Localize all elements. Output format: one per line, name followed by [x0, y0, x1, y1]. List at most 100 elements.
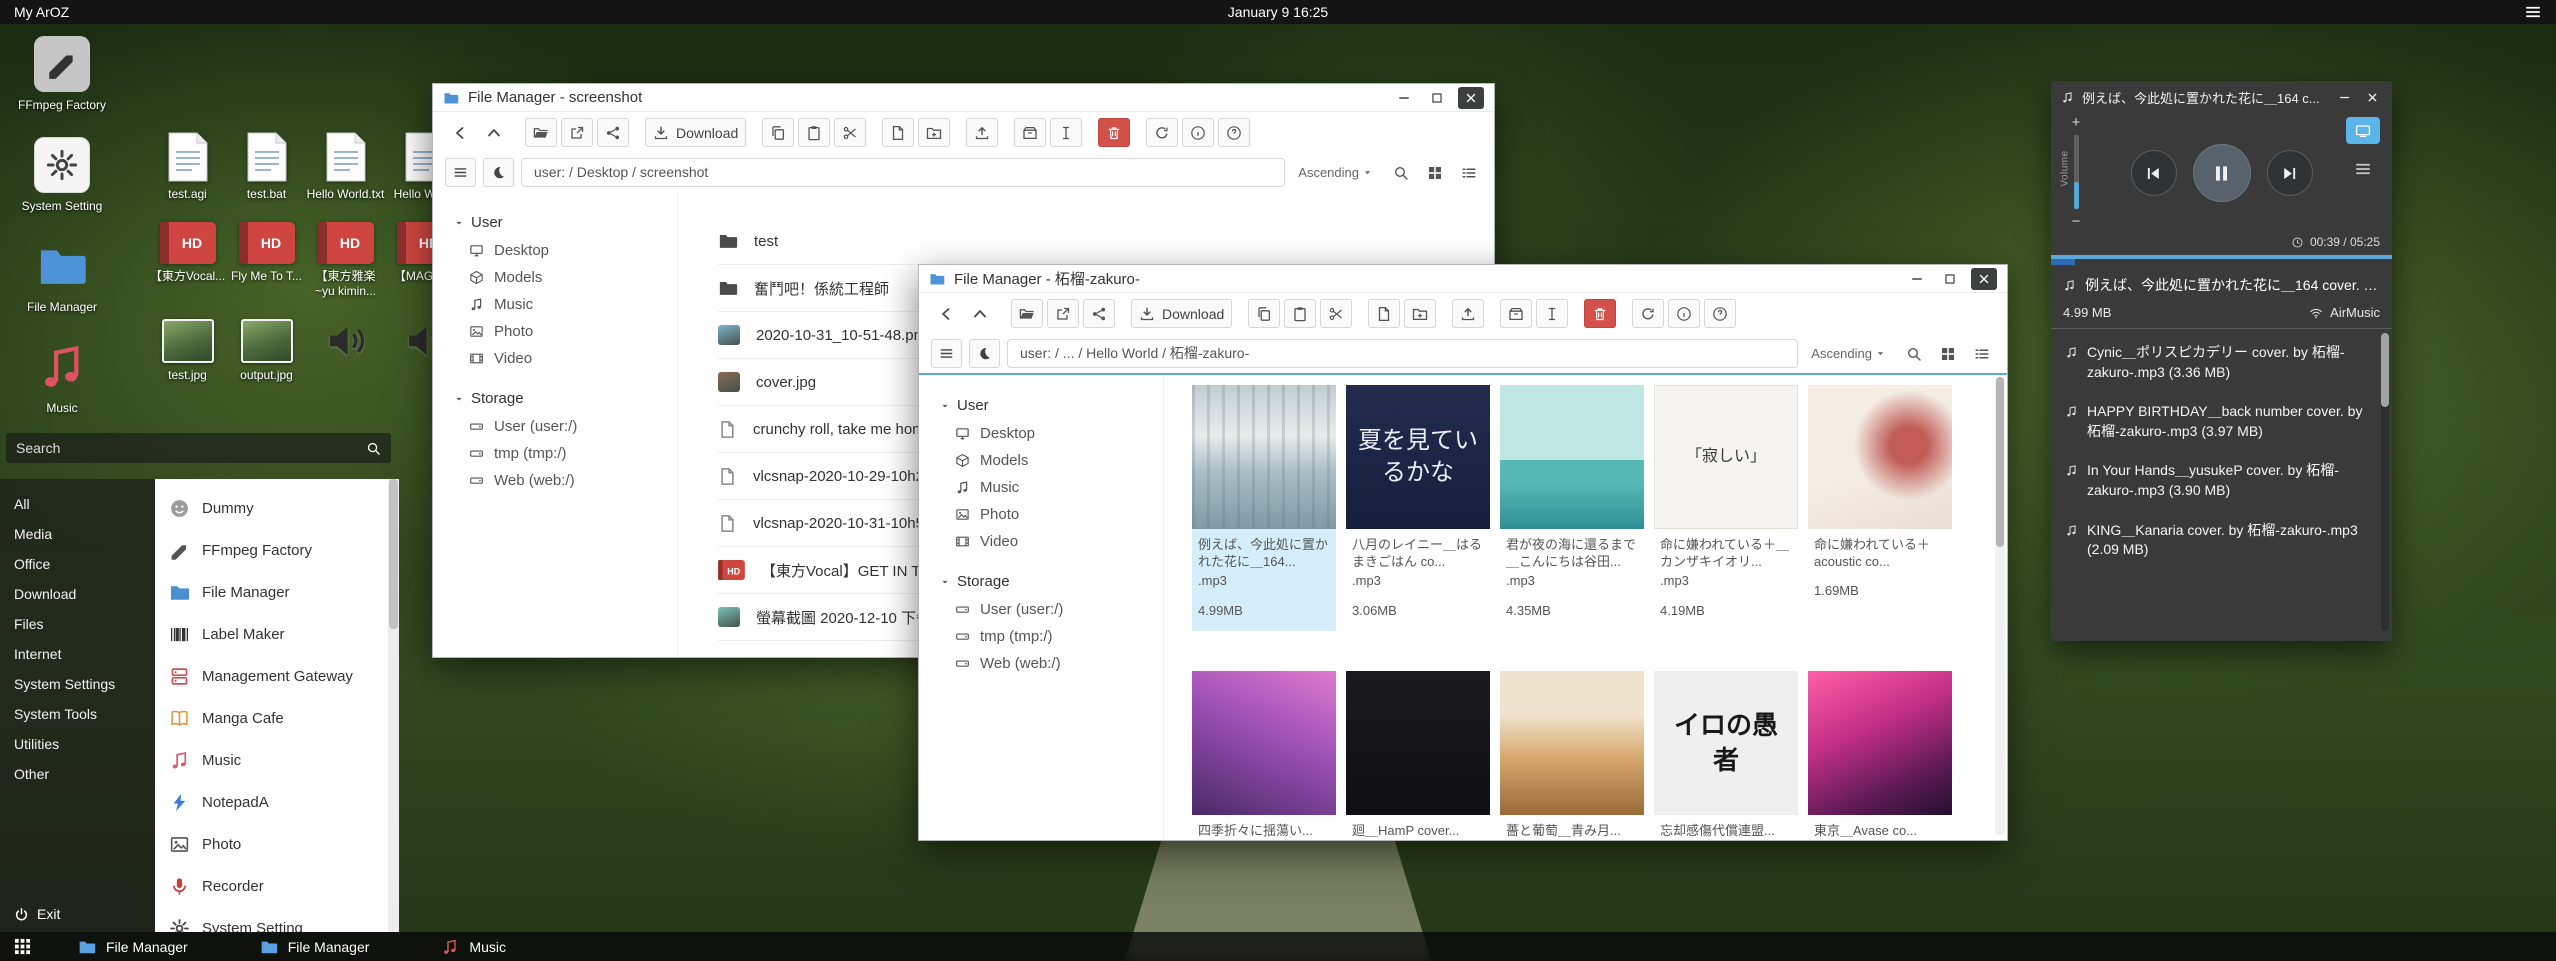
sidebar-item-user-user[interactable]: User (user:/) [453, 413, 667, 440]
search-button[interactable] [1900, 340, 1927, 367]
app-item-music[interactable]: Music [155, 739, 388, 781]
back-button[interactable] [931, 299, 961, 328]
properties-button[interactable] [1182, 118, 1214, 147]
category-utilities[interactable]: Utilities [0, 729, 155, 759]
file-tile[interactable]: 廻＿HamP cover... [1346, 671, 1490, 840]
desktop-icon-ffmpeg-factory[interactable]: FFmpeg Factory [14, 36, 110, 113]
sidebar-item-user-user[interactable]: User (user:/) [939, 596, 1153, 623]
previous-track-button[interactable] [2131, 150, 2177, 196]
sort-dropdown[interactable]: Ascending [1298, 165, 1374, 180]
close-button[interactable] [2362, 89, 2382, 107]
sidebar-item-desktop[interactable]: Desktop [453, 237, 667, 264]
app-item-file-manager[interactable]: File Manager [155, 571, 388, 613]
properties-button[interactable] [1668, 299, 1700, 328]
new-folder-button[interactable] [1404, 299, 1436, 328]
close-button[interactable] [1458, 87, 1484, 109]
minimize-button[interactable] [2334, 89, 2354, 107]
upload-button[interactable] [966, 118, 998, 147]
file-tile[interactable]: 例えば、今此処に置かれた花に＿164....mp34.99MB [1192, 385, 1336, 631]
file-tile[interactable]: 東京＿Avase co... [1808, 671, 1952, 840]
file-tile[interactable]: 夏を見ているかな八月のレイニー＿はるまきごはん co....mp33.06MB [1346, 385, 1490, 631]
dark-mode-button[interactable] [969, 339, 1000, 368]
scrollbar-track[interactable] [1995, 377, 2005, 835]
help-button[interactable] [1704, 299, 1736, 328]
brand-label[interactable]: My ArOZ [14, 4, 69, 20]
window2-titlebar[interactable]: File Manager - 柘榴-zakuro- [919, 265, 2007, 293]
help-button[interactable] [1218, 118, 1250, 147]
file-tile[interactable]: 四季折々に揺蕩い... [1192, 671, 1336, 840]
open-button[interactable] [1011, 299, 1043, 328]
next-track-button[interactable] [2267, 150, 2313, 196]
seek-bar[interactable] [2051, 255, 2392, 259]
open-button[interactable] [525, 118, 557, 147]
sidebar-item-tmp-tmp[interactable]: tmp (tmp:/) [453, 440, 667, 467]
desktop-icon-music[interactable]: Music [14, 339, 110, 416]
category-media[interactable]: Media [0, 519, 155, 549]
sidebar-item-video[interactable]: Video [453, 345, 667, 372]
share-button[interactable] [1083, 299, 1115, 328]
exit-button[interactable]: Exit [14, 906, 60, 922]
source-badge[interactable]: AirMusic [2309, 305, 2380, 320]
file-tile[interactable]: 命に嫌われている＋acoustic co...1.69MB [1808, 385, 1952, 631]
menu-scrollbar-thumb[interactable] [389, 479, 398, 629]
desktop-file-yu-kimin[interactable]: HD【東方雅楽~yu kimin... [306, 222, 385, 299]
search-button[interactable] [1387, 159, 1414, 186]
desktop-file-vocal[interactable]: HD【東方Vocal... [148, 222, 227, 299]
taskbar-item-music[interactable]: Music [441, 938, 506, 956]
playlist-item[interactable]: KING＿Kanaria cover. by 柘榴-zakuro-.mp3 (2… [2051, 511, 2392, 570]
open-in-new-button[interactable] [561, 118, 593, 147]
category-office[interactable]: Office [0, 549, 155, 579]
rename-button[interactable] [1050, 118, 1082, 147]
sidebar-section-user[interactable]: User [453, 214, 667, 231]
app-item-recorder[interactable]: Recorder [155, 865, 388, 907]
grid-view-button[interactable] [1934, 340, 1961, 367]
cast-button[interactable] [2346, 117, 2380, 144]
delete-button[interactable] [1584, 299, 1616, 328]
category-other[interactable]: Other [0, 759, 155, 789]
app-item-notepada[interactable]: NotepadA [155, 781, 388, 823]
paste-button[interactable] [798, 118, 830, 147]
category-all[interactable]: All [0, 489, 155, 519]
sidebar-section-user[interactable]: User [939, 397, 1153, 414]
open-in-new-button[interactable] [1047, 299, 1079, 328]
desktop-file-test-agi[interactable]: test.agi [148, 132, 227, 202]
back-button[interactable] [445, 118, 475, 147]
category-system-settings[interactable]: System Settings [0, 669, 155, 699]
delete-button[interactable] [1098, 118, 1130, 147]
sidebar-item-desktop[interactable]: Desktop [939, 420, 1153, 447]
grid-view-button[interactable] [1421, 159, 1448, 186]
new-folder-button[interactable] [918, 118, 950, 147]
volume-down-button[interactable]: − [2072, 214, 2081, 229]
player-titlebar[interactable]: 例えば、今此処に置かれた花に＿164 c... [2051, 81, 2392, 111]
share-button[interactable] [597, 118, 629, 147]
rename-button[interactable] [1536, 299, 1568, 328]
playlist-scrollbar-track[interactable] [2381, 333, 2389, 631]
app-item-manga-cafe[interactable]: Manga Cafe [155, 697, 388, 739]
cut-button[interactable] [1320, 299, 1352, 328]
search-input[interactable]: Search [6, 433, 391, 463]
desktop-icon-system-setting[interactable]: System Setting [14, 137, 110, 214]
desktop-file-fly-me-to-t[interactable]: HDFly Me To T... [227, 222, 306, 299]
category-download[interactable]: Download [0, 579, 155, 609]
desktop-icon-file-manager[interactable]: File Manager [14, 238, 110, 315]
paste-button[interactable] [1284, 299, 1316, 328]
new-file-button[interactable] [1368, 299, 1400, 328]
category-internet[interactable]: Internet [0, 639, 155, 669]
list-view-button[interactable] [1455, 159, 1482, 186]
sidebar-item-music[interactable]: Music [453, 291, 667, 318]
dark-mode-button[interactable] [483, 158, 514, 187]
app-item-dummy[interactable]: Dummy [155, 487, 388, 529]
download-button[interactable]: Download [1131, 299, 1232, 328]
copy-button[interactable] [1248, 299, 1280, 328]
app-item-photo[interactable]: Photo [155, 823, 388, 865]
sidebar-section-storage[interactable]: Storage [939, 573, 1153, 590]
volume-slider[interactable]: + Volume − [2063, 115, 2089, 229]
window1-titlebar[interactable]: File Manager - screenshot [433, 84, 1494, 112]
desktop-file-audio[interactable] [306, 319, 385, 383]
category-files[interactable]: Files [0, 609, 155, 639]
sidebar-toggle-button[interactable] [445, 158, 476, 187]
sidebar-item-music[interactable]: Music [939, 474, 1153, 501]
app-item-system-setting[interactable]: System Setting [155, 907, 388, 932]
sidebar-item-photo[interactable]: Photo [939, 501, 1153, 528]
maximize-button[interactable] [1938, 268, 1962, 290]
